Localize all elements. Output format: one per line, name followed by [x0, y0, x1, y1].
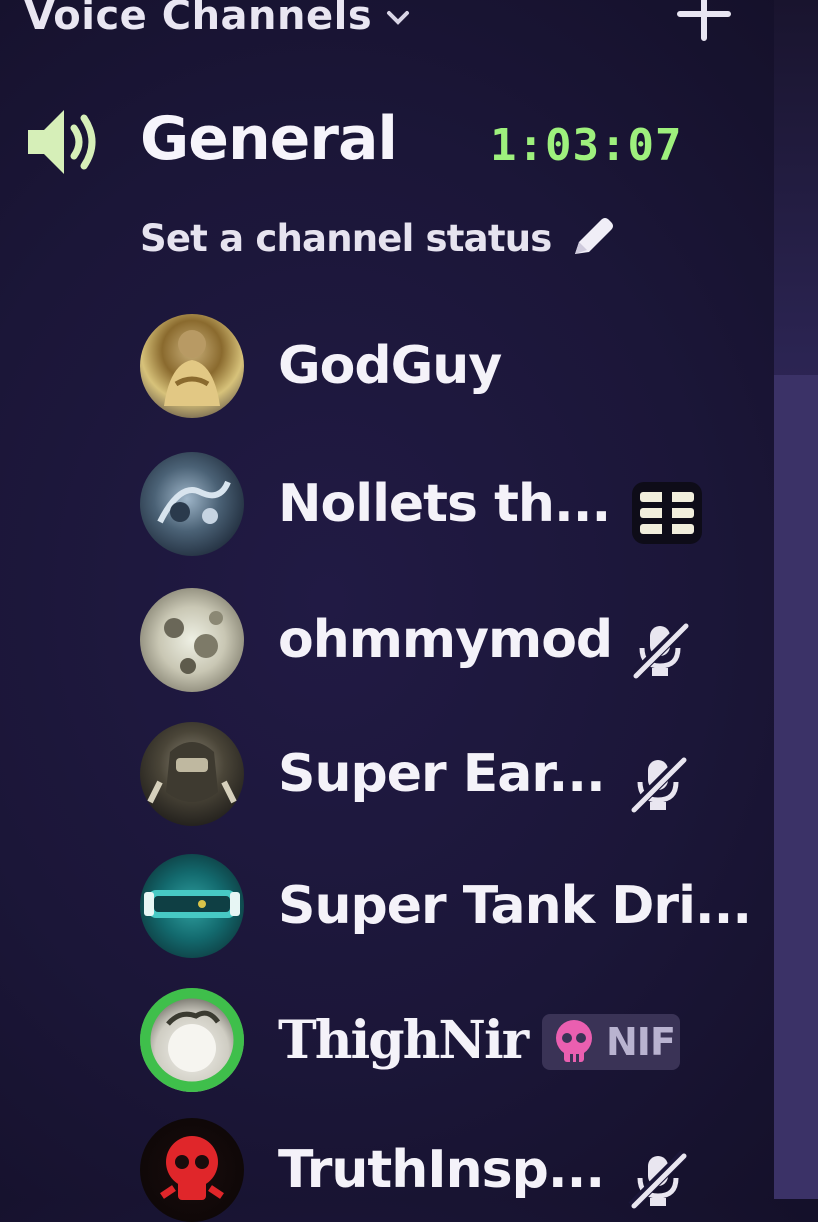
call-timer: 1:03:07 — [490, 120, 683, 171]
muted-mic-icon — [628, 1150, 688, 1210]
voice-user-row[interactable]: GodGuy — [140, 314, 740, 418]
add-channel-icon[interactable] — [676, 0, 732, 42]
speaker-icon — [28, 110, 96, 174]
voice-user-row[interactable]: ThighNir NIF — [140, 988, 740, 1092]
voice-user-row[interactable]: ohmmymod — [140, 588, 740, 692]
username: ThighNir — [278, 1010, 529, 1071]
muted-mic-icon — [630, 620, 690, 680]
category-label: Voice Channels — [24, 0, 373, 39]
username: TruthInsp... — [278, 1140, 605, 1200]
server-tag[interactable]: NIF — [542, 1014, 680, 1070]
set-channel-status[interactable]: Set a channel status — [140, 208, 617, 268]
channel-status-prompt: Set a channel status — [140, 216, 552, 260]
voice-user-row[interactable]: Super Ear... — [140, 722, 740, 826]
username: GodGuy — [278, 336, 502, 396]
stream-icon — [632, 482, 702, 544]
avatar-speaking[interactable] — [140, 988, 244, 1092]
voice-channels-header[interactable]: Voice Channels — [24, 0, 731, 46]
username: ohmmymod — [278, 610, 613, 670]
skull-icon — [556, 1020, 592, 1062]
voice-user-row[interactable]: TruthInsp... — [140, 1118, 740, 1222]
username: Super Tank Dri... — [278, 876, 752, 936]
username: Nollets th... — [278, 474, 611, 534]
avatar[interactable] — [140, 314, 244, 418]
muted-mic-icon — [628, 754, 688, 814]
username: Super Ear... — [278, 744, 606, 804]
pencil-icon[interactable] — [565, 212, 617, 264]
avatar[interactable] — [140, 854, 244, 958]
scrollbar-thumb[interactable] — [774, 375, 818, 1199]
avatar[interactable] — [140, 1118, 244, 1222]
avatar[interactable] — [140, 588, 244, 692]
chevron-down-icon[interactable] — [386, 9, 410, 27]
voice-channel-general[interactable]: General 1:03:07 — [24, 100, 724, 184]
avatar[interactable] — [140, 452, 244, 556]
voice-user-row[interactable]: Super Tank Dri... — [140, 854, 752, 958]
server-tag-label: NIF — [606, 1020, 676, 1064]
voice-user-row[interactable]: Nollets th... — [140, 452, 740, 556]
channel-name: General — [140, 104, 398, 174]
scrollbar-track[interactable] — [774, 0, 818, 1199]
avatar[interactable] — [140, 722, 244, 826]
